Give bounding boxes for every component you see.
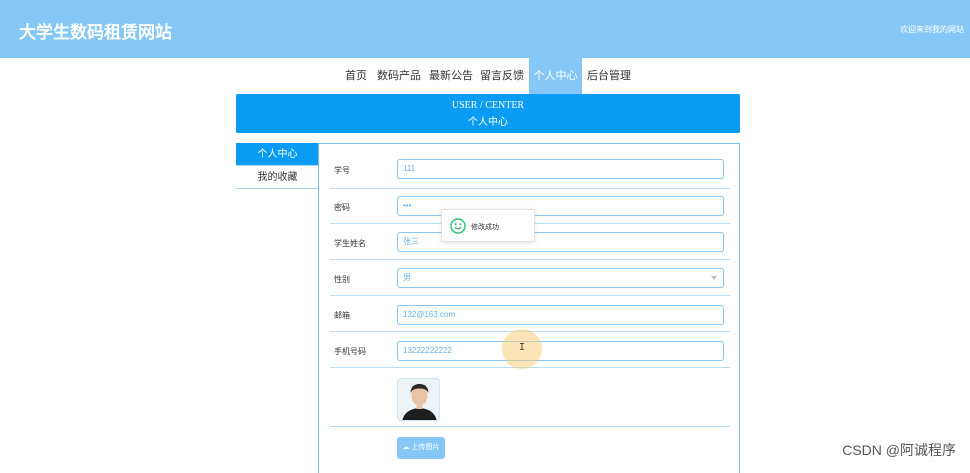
form-row-gender: 性别 男 [330,260,730,296]
form-row-student-id: 学号 111 [330,154,730,189]
email-label: 邮箱 [334,311,350,320]
sidebar-item-favorites[interactable]: 我的收藏 [236,166,319,189]
form-row-avatar [330,368,730,427]
gender-selected-value: 男 [403,273,411,282]
page-banner: USER / CENTER 个人中心 [236,94,740,133]
upload-button-label: 上传图片 [411,444,440,451]
avatar [397,378,440,421]
form-row-email: 邮箱 132@163.com [330,296,730,332]
watermark: CSDN @阿诚程序 [842,442,956,458]
gender-label: 性别 [334,275,350,284]
student-name-label: 学生姓名 [334,239,366,248]
chevron-down-icon [711,276,717,280]
nav-item-home[interactable]: 首页 [340,58,372,94]
toast-message: 修改成功 [471,224,499,231]
cloud-upload-icon: ☁ [402,444,410,451]
site-title[interactable]: 大学生数码租赁网站 [19,18,172,43]
banner-title-en: USER / CENTER [451,100,525,111]
nav-item-user-center[interactable]: 个人中心 [529,58,582,94]
email-input[interactable]: 132@163.com [397,305,724,325]
student-id-input[interactable]: 111 [397,159,724,179]
nav-item-digital-products[interactable]: 数码产品 [374,58,424,94]
top-header: 大学生数码租赁网站 欢迎来到我的网站 [0,0,970,58]
success-toast: 修改成功 [441,209,535,242]
nav-item-admin[interactable]: 后台管理 [584,58,634,94]
sidebar-item-user-center[interactable]: 个人中心 [236,143,319,166]
student-id-label: 学号 [334,166,350,175]
text-cursor-icon: I [519,342,526,353]
nav-item-feedback[interactable]: 留言反馈 [477,58,527,94]
main-nav: 首页 数码产品 最新公告 留言反馈 个人中心 后台管理 [0,58,970,94]
welcome-text: 欢迎来到我的网站 [900,25,964,34]
nav-item-announcements[interactable]: 最新公告 [426,58,476,94]
upload-image-button[interactable]: ☁ 上传图片 [397,437,445,459]
avatar-image [398,379,439,420]
gender-select[interactable]: 男 [397,268,724,288]
password-label: 密码 [334,203,350,212]
profile-form-panel: 学号 111 密码 ••• 学生姓名 张三 性别 男 邮箱 132@163.co… [318,143,740,473]
phone-input[interactable]: 13222222222 [397,341,724,361]
smile-icon [450,218,466,234]
sidebar: 个人中心 我的收藏 [236,143,319,189]
phone-label: 手机号码 [334,347,366,356]
banner-title-cn: 个人中心 [468,117,508,128]
